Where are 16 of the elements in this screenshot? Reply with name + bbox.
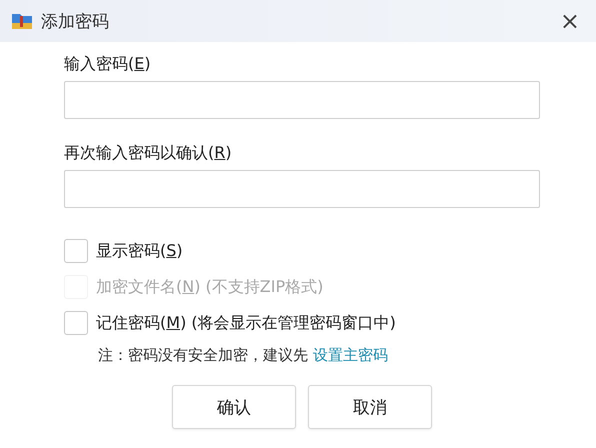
archive-folder-icon: [11, 11, 33, 31]
field-label: 再次输入密码以确认(R): [64, 143, 233, 164]
password-field[interactable]: [64, 81, 540, 119]
close-button[interactable]: ×: [554, 7, 586, 35]
checkbox-label: 记住密码(M) (将会显示在管理密码窗口中): [96, 312, 396, 334]
set-master-password-link[interactable]: 设置主密码: [312, 346, 388, 364]
cancel-button[interactable]: 取消: [308, 385, 432, 429]
checkbox[interactable]: [64, 239, 88, 263]
checkbox[interactable]: [64, 311, 88, 335]
field-label: 输入密码(E): [64, 54, 152, 75]
checkbox-label: 显示密码(S): [96, 240, 183, 262]
checkbox-label: 加密文件名(N) (不支持ZIP格式): [96, 276, 324, 298]
window-title: 添加密码: [41, 10, 110, 32]
confirm-button[interactable]: 确认: [172, 385, 296, 429]
note-text: 注：密码没有安全加密，建议先 设置主密码: [98, 346, 389, 365]
password-field[interactable]: [64, 170, 540, 208]
